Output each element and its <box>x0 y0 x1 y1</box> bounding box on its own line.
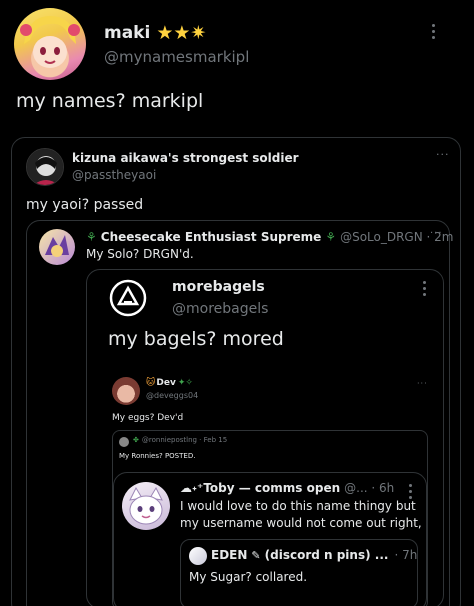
post-display-name[interactable]: maki <box>104 23 150 43</box>
quote7-name-suffix[interactable]: (discord n pins) ... <box>265 548 389 562</box>
quote2-sprout-icon: ⚘ <box>86 230 97 244</box>
avatar-morebagels[interactable] <box>108 278 148 318</box>
quote7-header: EDEN ✎ (discord n pins) ... · 7h <box>211 548 417 562</box>
quote4-header: 🐱 Dev ✦✧ <box>146 378 193 388</box>
avatar-toby[interactable] <box>122 482 170 530</box>
quote6-display-name[interactable]: ☁˖⁺Toby — comms open <box>180 481 340 495</box>
quote3-handle[interactable]: @morebagels <box>172 301 268 317</box>
avatar-kizuna[interactable] <box>26 148 64 186</box>
quote2-display-name[interactable]: Cheesecake Enthusiast Supreme <box>101 230 322 244</box>
quote1-more-icon[interactable]: ··· <box>436 148 450 161</box>
avatar-maki[interactable] <box>14 8 86 80</box>
post-handle[interactable]: @mynamesmarkipl <box>104 48 249 66</box>
avatar-maki-art <box>20 16 80 68</box>
quote4-more-icon[interactable]: ··· <box>417 379 428 388</box>
avatar-ronnie[interactable] <box>119 437 129 447</box>
quote7-text: My Sugar? collared. <box>189 570 308 584</box>
quote2-more-icon[interactable]: ··· <box>430 228 443 239</box>
quote1-handle[interactable]: @passtheyaoi <box>72 168 156 182</box>
quote7-time[interactable]: · 7h <box>394 548 417 562</box>
sparkle-star-icon: ✷ <box>190 21 207 44</box>
quote6-text-line2: my username would not come out right, <box>180 516 422 530</box>
post-text: my names? markipl <box>16 90 204 112</box>
avatar-cheesecake-art <box>45 235 69 257</box>
quote3-display-name[interactable]: morebagels <box>172 279 265 295</box>
quote1-text: my yaoi? passed <box>26 197 144 213</box>
quote5-header: ✤ @ronniepostlng · Feb 15 <box>133 436 227 444</box>
star-icon: ★★ <box>156 21 191 44</box>
quote3-more-icon[interactable] <box>423 281 427 299</box>
post-more-icon[interactable] <box>432 24 436 42</box>
quote2-header: ⚘ Cheesecake Enthusiast Supreme ⚘ @SoLo_… <box>86 230 453 244</box>
quote3-text: my bagels? mored <box>108 328 284 350</box>
avatar-dev[interactable] <box>112 377 140 405</box>
cat-icon: 🐱 <box>146 378 156 388</box>
quote7-display-name[interactable]: EDEN <box>211 548 247 562</box>
quote6-header: ☁˖⁺Toby — comms open @... · 6h <box>180 481 394 495</box>
quote4-handle[interactable]: @deveggs04 <box>146 391 198 400</box>
avatar-toby-art <box>129 486 163 525</box>
triangle-logo-icon <box>109 279 147 317</box>
quote4-display-name[interactable]: Dev <box>156 378 175 388</box>
quote5-handle-time[interactable]: @ronniepostlng · Feb 15 <box>142 436 227 444</box>
cactus-icon: ✦✧ <box>177 378 193 388</box>
quote6-text-line1: I would love to do this name thingy but <box>180 499 416 513</box>
quote6-handle-time[interactable]: @... · 6h <box>344 481 394 495</box>
avatar-cheesecake[interactable] <box>39 229 75 265</box>
avatar-eden[interactable] <box>189 547 207 565</box>
quote5-text: My Ronnies? POSTED. <box>119 452 196 460</box>
quote5-clover-icon[interactable]: ✤ <box>133 436 139 444</box>
quote2-text: My Solo? DRGN'd. <box>86 247 194 261</box>
quote4-text: My eggs? Dev'd <box>112 413 184 423</box>
quote2-sprout-icon-2: ⚘ <box>325 230 337 244</box>
post-header: maki ★★ ✷ <box>104 20 206 46</box>
quote1-display-name[interactable]: kizuna aikawa's strongest soldier <box>72 151 299 165</box>
pin-icon: ✎ <box>251 548 261 562</box>
